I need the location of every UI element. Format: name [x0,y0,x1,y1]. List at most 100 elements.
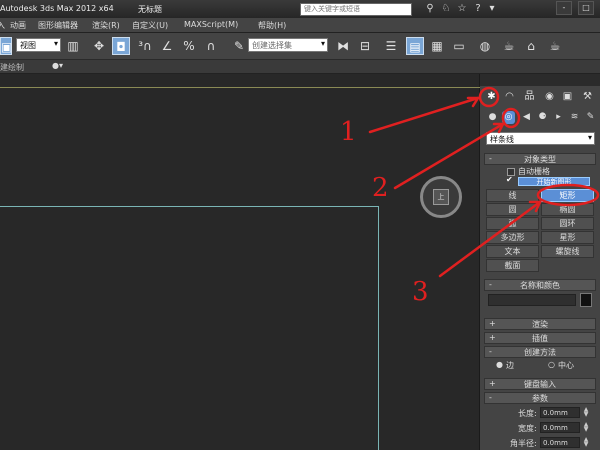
menu-item-maxscript[interactable]: MAXScript(M) [184,20,238,29]
connect-icon[interactable]: ♘ [440,3,452,15]
render-setup-icon[interactable]: ☕ [500,37,518,55]
curve-editor-icon[interactable]: ▦ [428,37,446,55]
minimize-button[interactable]: - [556,1,572,15]
text-button[interactable]: 文本 [486,245,539,258]
maximize-button[interactable]: □ [578,1,594,15]
menu-item-edit[interactable]: 入 [0,20,5,31]
ellipse-button[interactable]: 椭圆 [541,203,594,216]
arc-button[interactable]: 弧 [486,217,539,230]
command-panel: ✱ ◠ 品 ◉ ▣ ⚒ ● ◎ ◀ ⚈ ▸ ≋ ✎ 样条线 ▾ - 对象类型 自动… [480,86,600,450]
space-warps-icon[interactable]: ≋ [568,111,581,124]
binoculars-icon[interactable]: ⚲ [424,3,436,15]
center-radio[interactable]: ○ [548,360,555,369]
spinner-arrows-icon[interactable]: ▲ ▼ [582,422,590,433]
length-label: 长度: [518,409,537,418]
display-tab-icon[interactable]: ▣ [560,89,575,104]
spinner-arrows-icon[interactable]: ▲ ▼ [582,437,590,448]
rectangle-button[interactable]: 矩形 [541,189,594,202]
title-bar: Autodesk 3ds Max 2012 x64 无标题 ⚲ ♘ ☆ ? ▾ … [0,0,600,18]
reference-coord-dropdown[interactable]: 视图 ▾ [16,38,61,52]
name-color-rollout[interactable]: - 名称和颜色 [484,279,596,291]
autogrid-label: 自动栅格 [518,167,550,176]
shapes-icon[interactable]: ◎ [502,111,515,124]
rollout-title: 渲染 [532,320,548,329]
width-spinner[interactable]: 0.0mm [540,422,580,433]
star-button[interactable]: 星形 [541,231,594,244]
rollout-title: 参数 [532,394,548,403]
reference-coord-value: 视图 [20,41,36,50]
material-editor-icon[interactable]: ◍ [476,37,494,55]
snap-3d-icon[interactable]: ³∩ [136,37,154,55]
layer-manager-icon[interactable]: ☰ [382,37,400,55]
object-color-swatch[interactable] [580,293,592,307]
create-tab-icon[interactable]: ✱ [484,89,499,104]
menu-item-customize[interactable]: 自定义(U) [132,20,168,31]
select-object-icon[interactable]: ▣ [0,37,12,55]
category-dropdown[interactable]: 样条线 ▾ [486,132,595,145]
object-type-rollout[interactable]: - 对象类型 [484,153,596,165]
circle-button[interactable]: 圆 [486,203,539,216]
viewport-active-border [0,87,480,88]
align-icon[interactable]: ⊟ [356,37,374,55]
search-input[interactable] [300,3,412,16]
systems-icon[interactable]: ✎ [584,111,597,124]
document-title: 无标题 [138,5,162,14]
edit-named-selection-icon[interactable]: ✎ [230,37,248,55]
move-icon[interactable]: ✥ [90,37,108,55]
rendered-frame-icon[interactable]: ⌂ [522,37,540,55]
creation-method-rollout[interactable]: - 创建方法 [484,346,596,358]
helix-button[interactable]: 螺旋线 [541,245,594,258]
interpolation-rollout[interactable]: + 插值 [484,332,596,344]
mirror-icon[interactable]: ⧓ [334,37,352,55]
geometry-icon[interactable]: ● [486,111,499,124]
ngon-button[interactable]: 多边形 [486,231,539,244]
chevron-down-icon[interactable]: ▾ [486,3,498,15]
donut-button[interactable]: 圆环 [541,217,594,230]
modify-tab-icon[interactable]: ◠ [502,89,517,104]
motion-tab-icon[interactable]: ◉ [542,89,557,104]
viewcube[interactable]: 上 [420,176,462,218]
line-button[interactable]: 线 [486,189,539,202]
graphite-ribbon-icon[interactable]: ▤ [406,37,424,55]
pivot-icon[interactable]: ▥ [64,37,82,55]
ribbon-label: 建绘制 [0,63,24,72]
hierarchy-tab-icon[interactable]: 品 [522,89,537,104]
edge-label: 边 [506,361,514,370]
menu-item-graph-editors[interactable]: 图形编辑器 [38,20,78,31]
center-label: 中心 [558,361,574,370]
spinner-arrows-icon[interactable]: ▲ ▼ [582,407,590,418]
menu-item-help[interactable]: 帮助(H) [258,20,286,31]
angle-snap-icon[interactable]: ∠ [158,37,176,55]
start-new-shape-button[interactable]: 开始新图形 [518,177,590,186]
star-icon[interactable]: ☆ [456,3,468,15]
menu-item-rendering[interactable]: 渲染(R) [92,20,120,31]
parameters-rollout[interactable]: - 参数 [484,392,596,404]
viewport-rectangle-shape [0,206,379,450]
rendering-rollout[interactable]: + 渲染 [484,318,596,330]
section-button[interactable]: 截面 [486,259,539,272]
corner-radius-spinner[interactable]: 0.0mm [540,437,580,448]
help-icon[interactable]: ? [472,3,484,15]
edge-radio[interactable]: ● [496,360,503,369]
menu-item-animation[interactable]: 动画 [10,20,26,31]
ribbon-toggle-icon[interactable]: ●▾ [52,61,63,70]
rollout-title: 对象类型 [524,155,556,164]
rollout-title: 创建方法 [524,348,556,357]
named-selection-dropdown[interactable]: 创建选择集 ▾ [248,38,328,52]
rollout-title: 名称和颜色 [520,281,560,290]
app-title: Autodesk 3ds Max 2012 x64 [0,4,114,13]
length-spinner[interactable]: 0.0mm [540,407,580,418]
percent-snap-icon[interactable]: % [180,37,198,55]
viewcube-face[interactable]: 上 [433,189,449,205]
helpers-icon[interactable]: ▸ [552,111,565,124]
object-name-field[interactable] [488,294,576,306]
spinner-snap-icon[interactable]: ∩ [202,37,220,55]
viewport[interactable]: 上 [0,74,480,450]
schematic-view-icon[interactable]: ▭ [450,37,468,55]
utilities-tab-icon[interactable]: ⚒ [580,89,595,104]
select-manipulate-icon[interactable]: ◘ [112,37,130,55]
render-icon[interactable]: ☕ [546,37,564,55]
lights-icon[interactable]: ◀ [520,111,533,124]
keyboard-entry-rollout[interactable]: + 键盘输入 [484,378,596,390]
cameras-icon[interactable]: ⚈ [536,111,549,124]
